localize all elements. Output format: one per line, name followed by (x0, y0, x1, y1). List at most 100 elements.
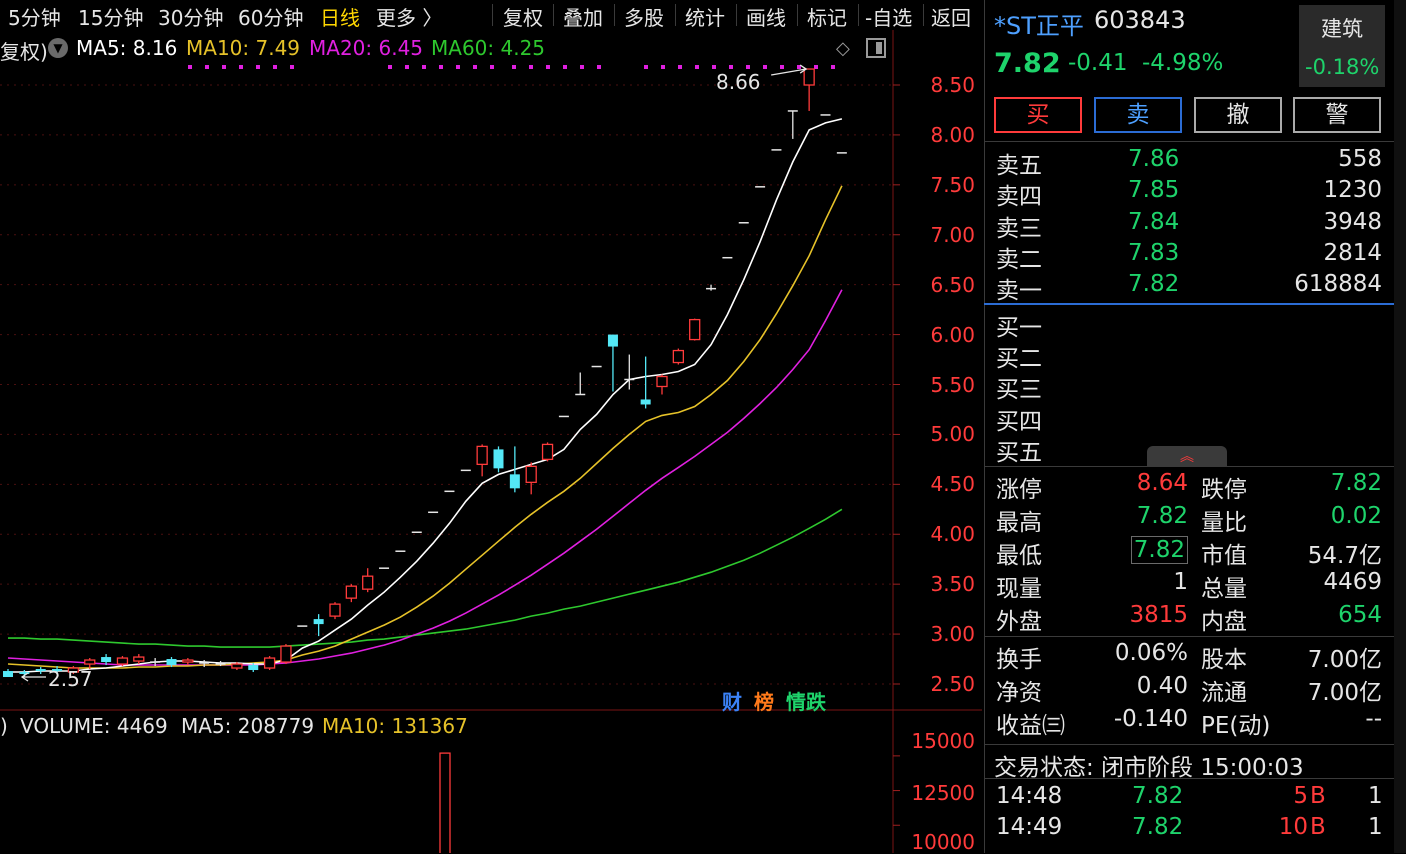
tick-side: B (1310, 814, 1326, 840)
period-15min[interactable]: 15分钟 (78, 2, 143, 31)
ask2-price: 7.83 (1128, 240, 1180, 266)
ask5-volume: 558 (1338, 146, 1382, 172)
candle-body (182, 659, 194, 663)
period-toolbar: 5分钟 15分钟 30分钟 60分钟 日线 更多 〉 复权 叠加 多股 统计 画… (0, 0, 982, 30)
stat-label: 跌停 (1201, 477, 1247, 503)
candle-body (525, 465, 537, 483)
candle-body (84, 659, 96, 665)
signal-dot (439, 65, 443, 69)
tool-mark[interactable]: 标记 (807, 2, 847, 31)
candle-body (493, 449, 504, 469)
candle-body (362, 575, 374, 590)
alert-button[interactable]: 警 (1293, 97, 1381, 133)
current-price: 7.82 (994, 48, 1061, 79)
chart-annotations (20, 64, 808, 682)
scrollbar[interactable] (1394, 0, 1406, 853)
stat-value: 4469 (1323, 569, 1382, 595)
tick-time: 14:48 (996, 783, 1063, 809)
bid2-label: 买二 (996, 346, 1042, 372)
sector-name: 建筑 (1321, 17, 1363, 41)
tool-draw-line[interactable]: 画线 (746, 2, 786, 31)
tool-statistics[interactable]: 统计 (685, 2, 725, 31)
signal-dot (473, 65, 477, 69)
stat-value: 0.02 (1330, 503, 1382, 529)
quote-panel: *ST正平 603843 7.82 -0.41 -4.98% 建筑 -0.18%… (984, 0, 1406, 853)
candle-body (345, 585, 358, 599)
sell-button[interactable]: 卖 (1094, 97, 1182, 133)
ask1-price: 7.82 (1128, 271, 1180, 297)
chevron-down-icon[interactable]: ▼ (48, 38, 68, 58)
price-tick-label: 3.00 (930, 622, 975, 647)
fund-value: 7.00亿 (1307, 647, 1382, 673)
candle-body (656, 375, 668, 388)
tool-adjust[interactable]: 复权 (503, 2, 543, 31)
signal-dot (239, 65, 243, 69)
tick-price: 7.82 (1132, 814, 1184, 840)
period-daily[interactable]: 日线 (320, 2, 360, 31)
tool-overlay[interactable]: 叠加 (563, 2, 603, 31)
ma10-legend: MA10: 7.49 (186, 36, 301, 60)
signal-dot (763, 65, 767, 69)
buy-button[interactable]: 买 (994, 97, 1082, 133)
signal-dot (405, 65, 409, 69)
volume-ma5-legend: MA5: 208779 (181, 714, 315, 738)
stat-label: 最高 (996, 510, 1042, 536)
ask4-volume: 1230 (1323, 177, 1382, 203)
tick-side: B (1310, 783, 1326, 809)
high-price-marker: 8.66 (716, 70, 761, 94)
fund-value: -- (1365, 706, 1382, 732)
fund-label: 股本 (1201, 647, 1247, 673)
signal-dot (290, 65, 294, 69)
bid4-label: 买四 (996, 409, 1042, 435)
candle-body (541, 443, 554, 461)
signal-dot (780, 65, 784, 69)
ma20-legend: MA20: 6.45 (309, 36, 424, 60)
candle-body (607, 334, 618, 347)
sector-change: -0.18% (1305, 55, 1380, 79)
period-5min[interactable]: 5分钟 (8, 2, 61, 31)
trade-status: 交易状态: 闭市阶段 15:00:03 (994, 755, 1304, 781)
stock-code: 603843 (1094, 6, 1186, 34)
tick-volume: 10 (1278, 814, 1308, 840)
candles (3, 68, 847, 678)
candle-body (476, 445, 488, 466)
tool-multi-stock[interactable]: 多股 (624, 2, 664, 31)
cancel-order-button[interactable]: 撤 (1194, 97, 1282, 133)
tool-back[interactable]: 返回 (931, 2, 971, 31)
period-60min[interactable]: 60分钟 (238, 2, 303, 31)
signal-dot (597, 65, 601, 69)
fund-value: 7.00亿 (1307, 680, 1382, 706)
signal-dot (563, 65, 567, 69)
signal-dot (661, 65, 665, 69)
fund-value: 0.40 (1136, 673, 1188, 699)
stat-label: 涨停 (996, 477, 1042, 503)
period-more[interactable]: 更多 〉 (376, 2, 442, 31)
fund-label: 流通 (1201, 680, 1247, 706)
volume-tick-label: 15000 (911, 729, 975, 753)
panel-toggle-icon[interactable] (866, 38, 886, 58)
tool-remove-watchlist[interactable]: -自选 (865, 2, 912, 31)
price-tick-label: 3.50 (930, 572, 975, 597)
sentiment-badge[interactable]: 情跌 (786, 686, 826, 715)
price-tick-label: 7.00 (930, 222, 975, 247)
tick-count: 1 (1368, 783, 1383, 809)
candle-body (231, 663, 243, 669)
volume-tick-label: 12500 (911, 781, 975, 805)
sector-box[interactable]: 建筑 -0.18% (1299, 5, 1385, 87)
stat-value: 1 (1173, 569, 1188, 595)
finance-badge[interactable]: 财 (722, 686, 742, 715)
fund-label: 换手 (996, 647, 1042, 673)
volume-legend: VOLUME: 4469 (20, 714, 168, 738)
period-30min[interactable]: 30分钟 (158, 2, 223, 31)
signal-dot (512, 65, 516, 69)
rank-badge[interactable]: 榜 (754, 686, 774, 715)
ask3-label: 卖三 (996, 216, 1042, 242)
bid3-label: 买三 (996, 377, 1042, 403)
stat-label: 最低 (996, 543, 1042, 569)
collapse-chevron-icon[interactable]: ︽ (1147, 446, 1227, 466)
ma-lines (7, 118, 843, 673)
fund-label: 净资 (996, 680, 1042, 706)
ma5-line (8, 118, 843, 673)
diamond-icon[interactable]: ◇ (836, 38, 850, 59)
bid1-label: 买一 (996, 315, 1042, 341)
